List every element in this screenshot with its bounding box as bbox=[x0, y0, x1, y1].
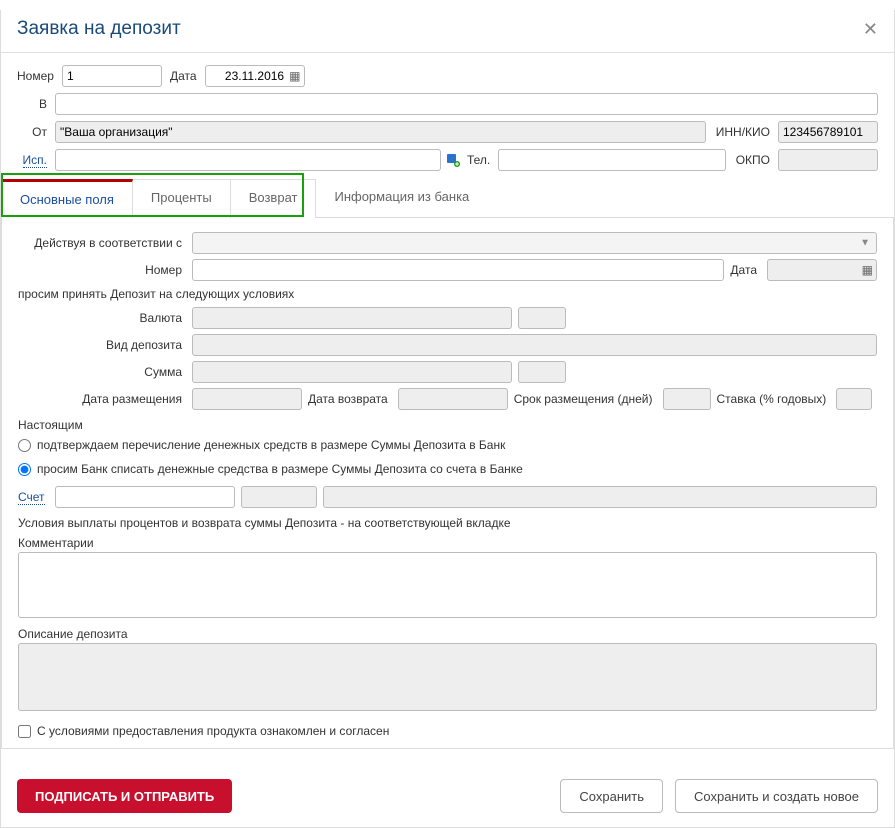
close-icon[interactable]: ✕ bbox=[863, 19, 878, 40]
to-input[interactable] bbox=[55, 93, 878, 115]
radio-row-debit[interactable]: просим Банк списать денежные средства в … bbox=[18, 462, 877, 476]
sign-send-button[interactable]: ПОДПИСАТЬ И ОТПРАВИТЬ bbox=[17, 779, 232, 813]
rate-label: Ставка (% годовых) bbox=[717, 392, 831, 406]
row-deposit-type: Вид депозита bbox=[18, 334, 877, 356]
acting-label: Действуя в соответствии с bbox=[18, 236, 186, 250]
description-textarea bbox=[18, 643, 877, 711]
modal-title: Заявка на депозит bbox=[17, 18, 181, 40]
account-label-wrap: Счет bbox=[18, 490, 49, 504]
agree-row[interactable]: С условиями предоставления продукта озна… bbox=[18, 724, 877, 738]
date-label: Дата bbox=[170, 69, 201, 83]
tel-input[interactable] bbox=[498, 149, 725, 171]
radio-row-transfer[interactable]: подтверждаем перечисление денежных средс… bbox=[18, 438, 877, 452]
tab-return[interactable]: Возврат bbox=[231, 179, 317, 218]
modal-footer: ПОДПИСАТЬ И ОТПРАВИТЬ Сохранить Сохранит… bbox=[1, 765, 894, 827]
term-input bbox=[663, 388, 711, 410]
save-button[interactable]: Сохранить bbox=[560, 779, 663, 813]
radio-transfer[interactable] bbox=[18, 439, 31, 452]
row-dates: Дата размещения Дата возврата Срок разме… bbox=[18, 388, 877, 410]
currency-label: Валюта bbox=[18, 311, 186, 325]
comments-textarea[interactable] bbox=[18, 552, 877, 618]
currency-input bbox=[192, 307, 512, 329]
radio-debit[interactable] bbox=[18, 463, 31, 476]
description-label: Описание депозита bbox=[18, 627, 877, 641]
return-date-input bbox=[398, 388, 508, 410]
row-doc-number: Номер Дата ▦ bbox=[18, 259, 877, 281]
currency-code-input bbox=[518, 307, 566, 329]
date-input-wrap: ▦ bbox=[205, 65, 305, 87]
row-account: Счет bbox=[18, 486, 877, 508]
modal-header: Заявка на депозит ✕ bbox=[1, 10, 894, 53]
rate-input bbox=[836, 388, 872, 410]
radio-transfer-label: подтверждаем перечисление денежных средс… bbox=[37, 438, 505, 452]
doc-date-label: Дата bbox=[730, 263, 761, 277]
inn-input bbox=[778, 121, 878, 143]
inn-label: ИНН/КИО bbox=[716, 125, 774, 139]
agree-label: С условиями предоставления продукта озна… bbox=[37, 724, 389, 738]
isp-label-wrap: Исп. bbox=[17, 153, 51, 167]
return-date-label: Дата возврата bbox=[308, 392, 392, 406]
account-input[interactable] bbox=[55, 486, 235, 508]
modal-body: Номер Дата ▦ В От ИНН/КИО Исп. bbox=[1, 53, 894, 765]
tab-interest[interactable]: Проценты bbox=[133, 179, 231, 218]
accept-text: просим принять Депозит на следующих усло… bbox=[18, 287, 877, 301]
sum-input bbox=[192, 361, 512, 383]
agree-checkbox[interactable] bbox=[18, 725, 31, 738]
conditions-note: Условия выплаты процентов и возврата сум… bbox=[18, 516, 877, 530]
tel-label: Тел. bbox=[467, 153, 494, 167]
tab-main[interactable]: Основные поля bbox=[1, 179, 133, 218]
isp-input[interactable] bbox=[55, 149, 441, 171]
comments-label: Комментарии bbox=[18, 536, 877, 550]
radio-debit-label: просим Банк списать денежные средства в … bbox=[37, 462, 523, 476]
row-to: В bbox=[17, 93, 878, 115]
row-number-date: Номер Дата ▦ bbox=[17, 65, 878, 87]
footer-right: Сохранить Сохранить и создать новое bbox=[560, 779, 878, 813]
row-currency: Валюта bbox=[18, 307, 877, 329]
from-label: От bbox=[17, 125, 51, 139]
place-date-input bbox=[192, 388, 302, 410]
doc-number-input[interactable] bbox=[192, 259, 724, 281]
row-isp: Исп. Тел. ОКПО bbox=[17, 149, 878, 171]
hereby-label: Настоящим bbox=[18, 418, 877, 432]
row-sum: Сумма bbox=[18, 361, 877, 383]
main-panel: Действуя в соответствии с ▼ Номер Дата ▦… bbox=[1, 218, 894, 749]
lookup-icon[interactable] bbox=[445, 152, 461, 168]
okpo-input bbox=[778, 149, 878, 171]
okpo-label: ОКПО bbox=[736, 153, 774, 167]
place-date-label: Дата размещения bbox=[18, 392, 186, 406]
row-acting: Действуя в соответствии с ▼ bbox=[18, 232, 877, 254]
doc-number-label: Номер bbox=[18, 263, 186, 277]
from-input bbox=[55, 121, 706, 143]
number-input[interactable] bbox=[62, 65, 162, 87]
deposit-type-label: Вид депозита bbox=[18, 338, 186, 352]
account-label[interactable]: Счет bbox=[18, 490, 45, 505]
account-currency-input bbox=[241, 486, 317, 508]
tab-bank-info[interactable]: Информация из банка bbox=[316, 179, 487, 218]
number-label: Номер bbox=[17, 69, 58, 83]
account-desc-input bbox=[323, 486, 877, 508]
sum-label: Сумма bbox=[18, 365, 186, 379]
term-label: Срок размещения (дней) bbox=[514, 392, 657, 406]
deposit-request-modal: Заявка на депозит ✕ Номер Дата ▦ В От ИН… bbox=[0, 10, 895, 828]
doc-date-wrap: ▦ bbox=[767, 259, 877, 281]
isp-label[interactable]: Исп. bbox=[23, 153, 47, 168]
doc-date-input[interactable] bbox=[767, 259, 877, 281]
tabs: Основные поля Проценты Возврат Информаци… bbox=[1, 179, 894, 218]
deposit-type-input bbox=[192, 334, 877, 356]
save-new-button[interactable]: Сохранить и создать новое bbox=[675, 779, 878, 813]
sum-currency-input bbox=[518, 361, 566, 383]
to-label: В bbox=[17, 97, 51, 111]
row-from: От ИНН/КИО bbox=[17, 121, 878, 143]
date-input[interactable] bbox=[205, 65, 305, 87]
chevron-down-icon: ▼ bbox=[860, 238, 870, 249]
acting-select[interactable]: ▼ bbox=[192, 232, 877, 254]
